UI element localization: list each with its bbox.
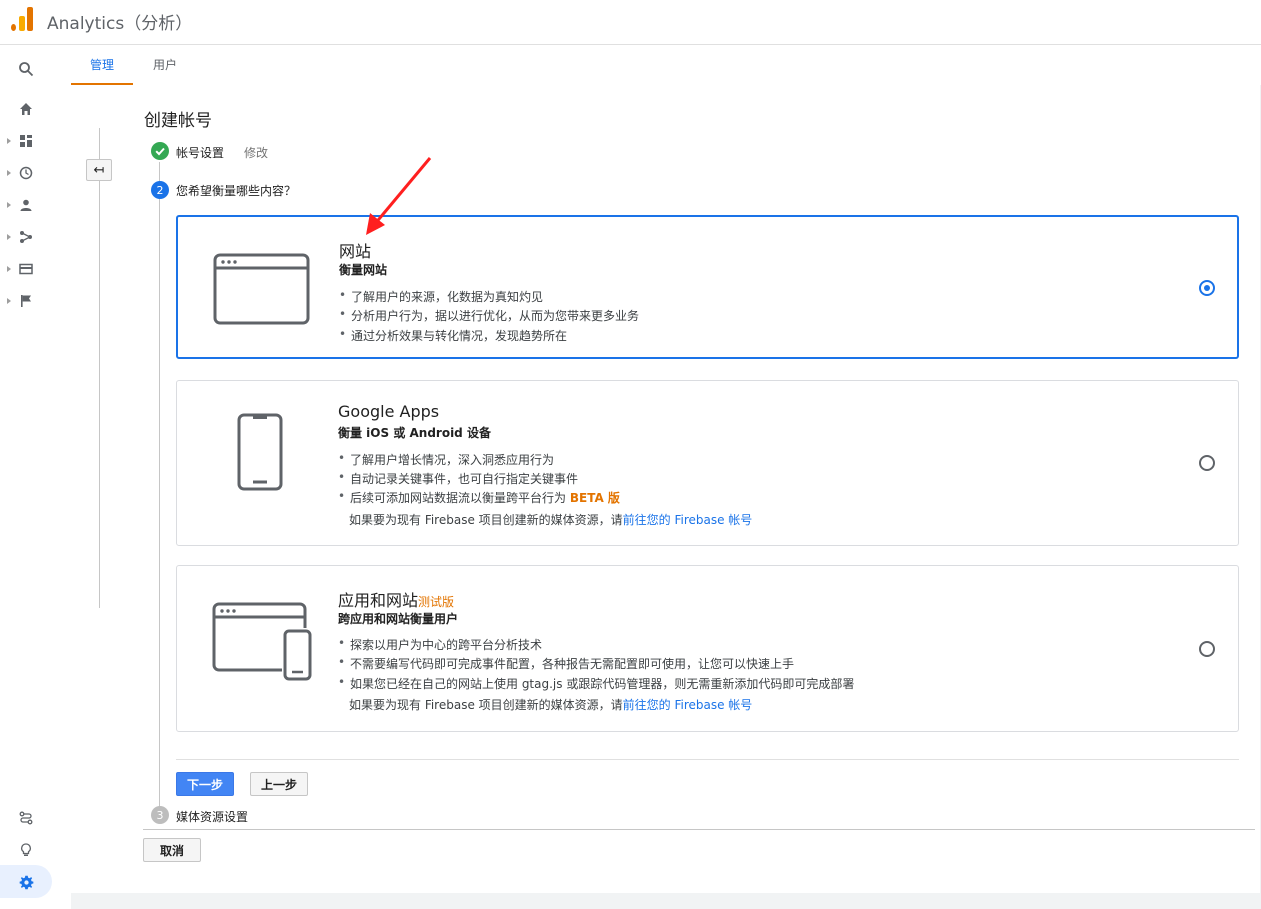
search-icon[interactable] [14, 57, 38, 81]
lightbulb-icon[interactable] [14, 838, 38, 862]
firebase-note: 如果要为现有 Firebase 项目创建新的媒体资源，请前往您的 Firebas… [349, 698, 753, 712]
option-title: 网站 [339, 242, 372, 261]
page-title: 创建帐号 [144, 111, 212, 131]
step2-label: 您希望衡量哪些内容？ [176, 184, 297, 198]
firebase-account-link[interactable]: 前往您的 Firebase 帐号 [623, 513, 753, 527]
expand-arrow-icon[interactable] [7, 202, 11, 208]
option-card-website[interactable]: 网站 衡量网站 了解用户的来源，化数据为真知灼见 分析用户行为，据以进行优化，从… [176, 215, 1239, 359]
radio-website[interactable] [1199, 280, 1215, 296]
beta-badge: 测试版 [418, 595, 455, 609]
step-complete-check-icon [151, 142, 169, 160]
expand-arrow-icon[interactable] [7, 234, 11, 240]
dashboard-icon[interactable] [14, 129, 38, 153]
back-button[interactable]: ↤ [86, 159, 112, 181]
prev-button[interactable]: 上一步 [250, 772, 308, 796]
radio-apps[interactable] [1199, 455, 1215, 471]
card-icon[interactable] [14, 257, 38, 281]
option-subtitle: 跨应用和网站衡量用户 [338, 612, 459, 626]
app-title: Analytics（分析） [47, 14, 193, 34]
firebase-note: 如果要为现有 Firebase 项目创建新的媒体资源，请前往您的 Firebas… [349, 513, 753, 527]
expand-arrow-icon[interactable] [7, 170, 11, 176]
option-bullet: 自动记录关键事件，也可自行指定关键事件 [338, 470, 578, 487]
tab-users[interactable]: 用户 [141, 45, 189, 85]
phone-icon [237, 413, 283, 491]
step3-label: 媒体资源设置 [176, 810, 249, 824]
option-title: Google Apps [338, 402, 440, 421]
section-divider [176, 759, 1239, 760]
step1-label: 帐号设置 [176, 146, 225, 160]
option-subtitle: 衡量网站 [339, 263, 388, 277]
option-bullet: 通过分析效果与转化情况，发现趋势所在 [339, 327, 567, 344]
clock-icon[interactable] [14, 161, 38, 185]
browser-window-icon [213, 253, 310, 325]
rail-divider [99, 128, 100, 608]
left-nav [0, 45, 52, 909]
route-icon[interactable] [14, 806, 38, 830]
expand-arrow-icon[interactable] [7, 138, 11, 144]
top-bar: Analytics（分析） [0, 0, 1261, 45]
firebase-account-link[interactable]: 前往您的 Firebase 帐号 [623, 698, 753, 712]
flag-icon[interactable] [14, 289, 38, 313]
browser-and-phone-icon [212, 602, 312, 681]
option-title: 应用和网站测试版 [338, 591, 455, 610]
radio-app-and-web[interactable] [1199, 641, 1215, 657]
home-icon[interactable] [14, 97, 38, 121]
person-icon[interactable] [14, 193, 38, 217]
cancel-button[interactable]: 取消 [143, 838, 201, 862]
gear-icon[interactable] [14, 870, 38, 894]
tab-bar: 管理 用户 [71, 45, 1261, 85]
bottom-divider [143, 829, 1255, 830]
share-icon[interactable] [14, 225, 38, 249]
step3-number: 3 [151, 806, 169, 824]
expand-arrow-icon[interactable] [7, 298, 11, 304]
option-subtitle: 衡量 iOS 或 Android 设备 [338, 426, 491, 440]
option-bullet: 了解用户增长情况，深入洞悉应用行为 [338, 451, 554, 468]
tab-admin[interactable]: 管理 [71, 45, 133, 85]
step1-edit-link[interactable]: 修改 [244, 144, 268, 161]
option-bullet: 如果您已经在自己的网站上使用 gtag.js 或跟踪代码管理器，则无需重新添加代… [338, 675, 854, 692]
option-bullet: 探索以用户为中心的跨平台分析技术 [338, 636, 542, 653]
option-bullet: 不需要编写代码即可完成事件配置，各种报告无需配置即可使用，让您可以快速上手 [338, 655, 794, 672]
expand-arrow-icon[interactable] [7, 266, 11, 272]
annotation-arrow-icon [366, 157, 432, 235]
option-bullet: 后续可添加网站数据流以衡量跨平台行为 BETA 版 [338, 489, 620, 506]
option-card-apps[interactable]: Google Apps 衡量 iOS 或 Android 设备 了解用户增长情况… [176, 380, 1239, 546]
option-card-app-and-web[interactable]: 应用和网站测试版 跨应用和网站衡量用户 探索以用户为中心的跨平台分析技术 不需要… [176, 565, 1239, 732]
step2-number: 2 [151, 181, 169, 199]
option-bullet: 了解用户的来源，化数据为真知灼见 [339, 288, 543, 305]
analytics-logo-icon[interactable] [11, 7, 33, 31]
option-bullet: 分析用户行为，据以进行优化，从而为您带来更多业务 [339, 307, 639, 324]
step-connector-line [159, 162, 160, 814]
beta-badge: BETA 版 [569, 491, 620, 505]
next-button[interactable]: 下一步 [176, 772, 234, 796]
